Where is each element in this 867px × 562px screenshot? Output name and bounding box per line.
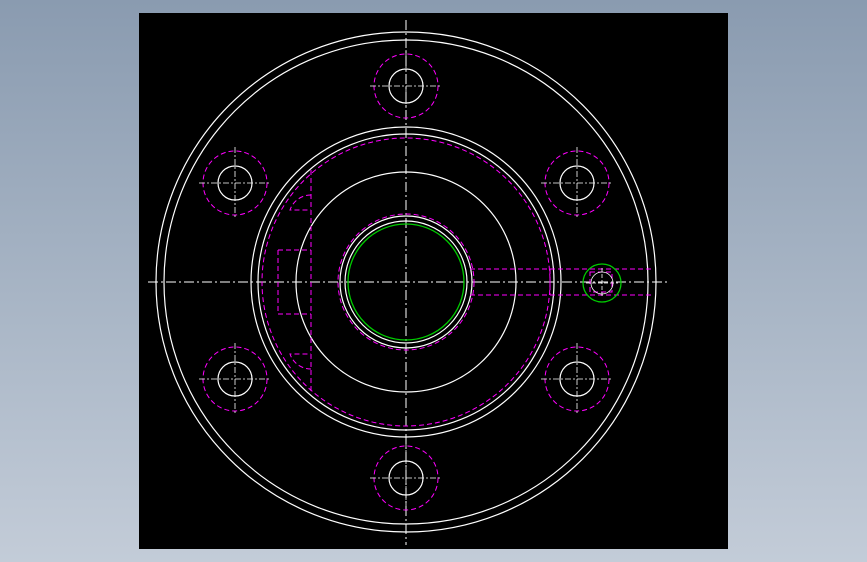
- bolt-hole-lower-left: [199, 343, 271, 415]
- centerlines: [148, 20, 667, 545]
- left-pocket-lower-arc: [289, 353, 312, 370]
- bolt-hole-lower-right: [541, 343, 613, 415]
- bolt-hole-upper-left: [199, 147, 271, 219]
- bolt-hole-upper-right: [541, 147, 613, 219]
- left-pocket-upper-arc: [289, 194, 312, 211]
- flange-drawing: [148, 20, 667, 545]
